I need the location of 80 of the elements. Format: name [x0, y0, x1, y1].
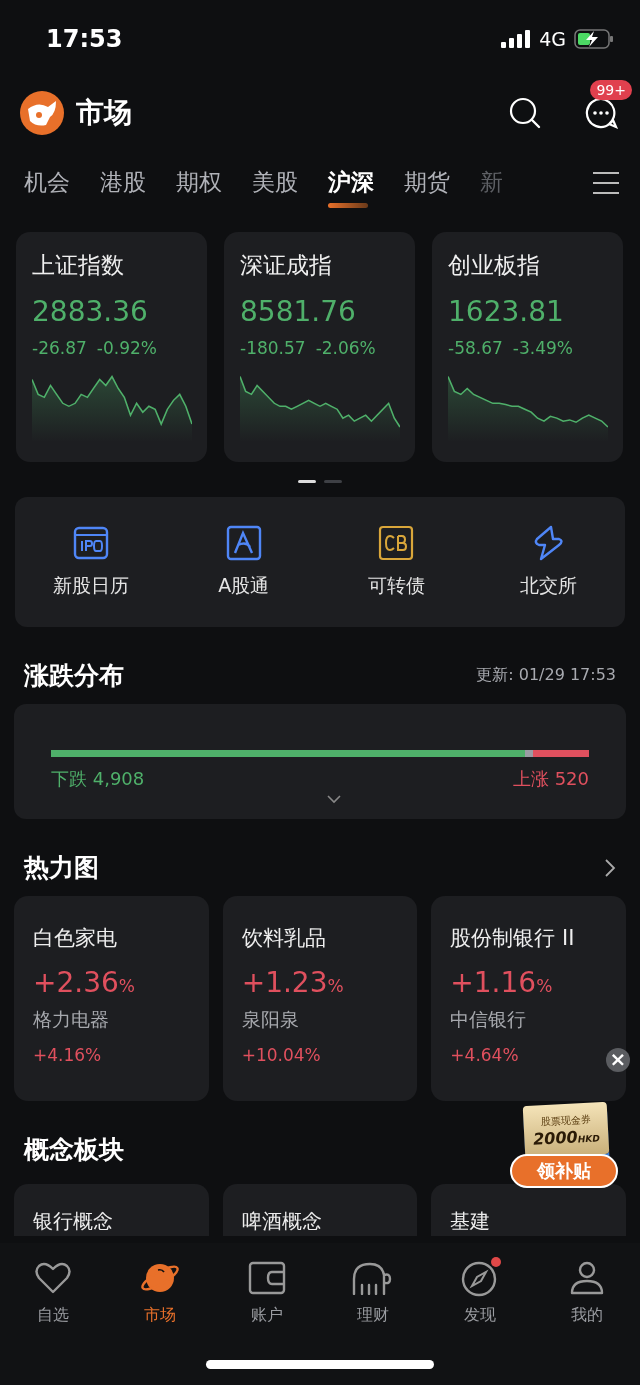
- index-price: 1623.81: [448, 295, 565, 328]
- shortcut-label[interactable]: A股通: [218, 573, 270, 599]
- stock-change: +4.64%: [450, 1045, 520, 1065]
- section-title: 热力图: [24, 852, 99, 884]
- nav-tab[interactable]: 市场: [106, 1259, 214, 1343]
- page-title: 市场: [76, 95, 132, 131]
- concept-card[interactable]: 银行概念: [14, 1184, 209, 1236]
- sector-name: 饮料乳品: [241, 925, 327, 952]
- compass-icon: [461, 1259, 499, 1297]
- rise-count: 上涨 520: [512, 767, 589, 791]
- index-percent: -2.06%: [315, 338, 376, 358]
- sector-name: 股份制银行 II: [450, 925, 576, 952]
- index-card[interactable]: 创业板指 1623.81 -58.67 -3.49%: [432, 232, 623, 462]
- nav-tab[interactable]: 账户: [213, 1259, 320, 1343]
- coupon-title: 股票现金券: [540, 1112, 591, 1129]
- heart-icon: [34, 1261, 73, 1295]
- stock-name: 格力电器: [33, 1007, 110, 1032]
- sector-name: 白色家电: [33, 925, 118, 952]
- status-time: 17:53: [46, 25, 123, 53]
- nav-tab[interactable]: 发现: [426, 1259, 534, 1343]
- index-card[interactable]: 深证成指 8581.76 -180.57 -2.06%: [224, 232, 415, 462]
- wallet-icon: [247, 1261, 286, 1295]
- index-name: 创业板指: [448, 251, 541, 280]
- index-change: -58.67: [448, 338, 503, 358]
- sector-change: +1.16%: [450, 966, 554, 999]
- section-title: 涨跌分布: [24, 660, 124, 692]
- concept-name: 啤酒概念: [241, 1209, 322, 1233]
- person-icon: [568, 1261, 605, 1295]
- sector-card[interactable]: 白色家电 +2.36% 格力电器 +4.16%: [14, 896, 209, 1101]
- signal-icon: [501, 30, 532, 48]
- close-button[interactable]: ×: [606, 1048, 630, 1072]
- index-name: 深证成指: [240, 251, 333, 280]
- concept-name: 基建: [450, 1209, 491, 1233]
- menu-icon[interactable]: [592, 171, 620, 195]
- search-icon[interactable]: [508, 96, 542, 130]
- update-time: 更新: 01/29 17:53: [476, 665, 616, 686]
- battery-icon: [574, 29, 614, 49]
- index-price: 2883.36: [32, 295, 149, 328]
- nav-tab[interactable]: 自选: [0, 1259, 107, 1343]
- fall-count: 下跌 4,908: [51, 767, 145, 791]
- sector-card[interactable]: 饮料乳品 +1.23% 泉阳泉 +10.04%: [222, 896, 418, 1101]
- sector-change: +1.23%: [241, 966, 345, 999]
- index-percent: -3.49%: [512, 338, 573, 358]
- sector-change: +2.36%: [33, 966, 136, 999]
- message-icon[interactable]: [584, 96, 618, 130]
- market-tab[interactable]: 美股: [252, 158, 298, 208]
- distribution-card[interactable]: 下跌 4,908 上涨 520: [14, 704, 626, 819]
- shortcut-label[interactable]: 可转债: [367, 573, 425, 599]
- stock-change: +4.16%: [33, 1045, 103, 1065]
- index-percent: -0.92%: [96, 338, 157, 358]
- shortcut-label[interactable]: 新股日历: [53, 573, 130, 599]
- section-title: 概念板块: [24, 1134, 124, 1166]
- index-card[interactable]: 上证指数 2883.36 -26.87 -0.92%: [16, 232, 207, 462]
- expand-icon[interactable]: [327, 795, 341, 804]
- chevron-right-icon[interactable]: [604, 857, 616, 878]
- network-type: 4G: [539, 28, 566, 50]
- bond-box-icon[interactable]: [378, 525, 415, 561]
- nav-tab[interactable]: 我的: [533, 1259, 640, 1343]
- market-tab[interactable]: 机会: [24, 158, 70, 208]
- market-tab[interactable]: 期权: [176, 158, 222, 208]
- index-change: -180.57: [240, 338, 306, 358]
- letter-box-icon[interactable]: [225, 525, 262, 561]
- shortcut-label[interactable]: 北交所: [520, 573, 578, 599]
- market-tab[interactable]: 沪深: [328, 158, 374, 208]
- concept-card[interactable]: 啤酒概念: [222, 1184, 418, 1236]
- ipo-calendar-icon[interactable]: [73, 525, 110, 561]
- message-badge: 99+: [590, 80, 632, 100]
- index-name: 上证指数: [32, 251, 125, 280]
- stock-change: +10.04%: [241, 1045, 322, 1065]
- market-tab[interactable]: 港股: [100, 158, 146, 208]
- coupon-amount: 2000HKD: [532, 1126, 601, 1149]
- concept-name: 银行概念: [33, 1209, 113, 1233]
- stock-name: 中信银行: [450, 1007, 528, 1032]
- nav-tab[interactable]: 理财: [320, 1259, 427, 1343]
- logo-icon: [20, 91, 64, 135]
- market-tab[interactable]: 期货: [404, 158, 450, 208]
- index-price: 8581.76: [240, 295, 357, 328]
- stock-name: 泉阳泉: [241, 1007, 300, 1032]
- index-change: -26.87: [32, 338, 87, 358]
- concept-card[interactable]: 基建: [431, 1184, 626, 1236]
